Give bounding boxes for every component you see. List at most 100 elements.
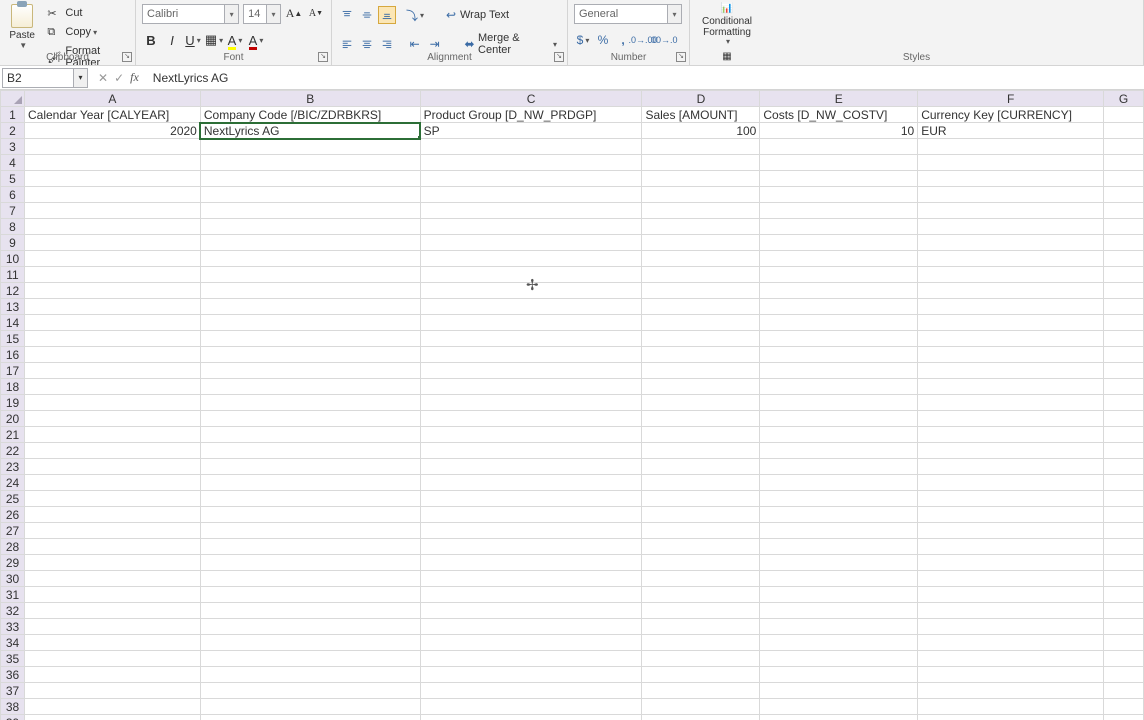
row-header-23[interactable]: 23 bbox=[1, 459, 25, 475]
cell-C2[interactable]: SP bbox=[420, 123, 642, 139]
cell-F33[interactable] bbox=[918, 619, 1104, 635]
cell-F30[interactable] bbox=[918, 571, 1104, 587]
cell-G16[interactable] bbox=[1104, 347, 1144, 363]
cell-A18[interactable] bbox=[25, 379, 201, 395]
cell-D22[interactable] bbox=[642, 443, 760, 459]
cell-E34[interactable] bbox=[760, 635, 918, 651]
cell-F34[interactable] bbox=[918, 635, 1104, 651]
align-bottom-button[interactable] bbox=[378, 6, 396, 24]
cell-D1[interactable]: Sales [AMOUNT] bbox=[642, 107, 760, 123]
row-header-7[interactable]: 7 bbox=[1, 203, 25, 219]
cell-B37[interactable] bbox=[200, 683, 420, 699]
row-header-38[interactable]: 38 bbox=[1, 699, 25, 715]
row-header-21[interactable]: 21 bbox=[1, 427, 25, 443]
cell-D33[interactable] bbox=[642, 619, 760, 635]
cell-E29[interactable] bbox=[760, 555, 918, 571]
paste-button[interactable]: Paste ▼ bbox=[2, 2, 42, 52]
cell-G10[interactable] bbox=[1104, 251, 1144, 267]
cell-E25[interactable] bbox=[760, 491, 918, 507]
cell-E8[interactable] bbox=[760, 219, 918, 235]
cell-C29[interactable] bbox=[420, 555, 642, 571]
cell-D30[interactable] bbox=[642, 571, 760, 587]
cell-E20[interactable] bbox=[760, 411, 918, 427]
cell-B4[interactable] bbox=[200, 155, 420, 171]
number-format-combo[interactable]: General▾ bbox=[574, 4, 682, 24]
row-header-33[interactable]: 33 bbox=[1, 619, 25, 635]
cell-A13[interactable] bbox=[25, 299, 201, 315]
row-header-36[interactable]: 36 bbox=[1, 667, 25, 683]
select-all-corner[interactable] bbox=[1, 91, 25, 107]
col-header-F[interactable]: F bbox=[918, 91, 1104, 107]
cell-E9[interactable] bbox=[760, 235, 918, 251]
cell-G33[interactable] bbox=[1104, 619, 1144, 635]
cell-F37[interactable] bbox=[918, 683, 1104, 699]
cell-A21[interactable] bbox=[25, 427, 201, 443]
cell-E10[interactable] bbox=[760, 251, 918, 267]
row-header-27[interactable]: 27 bbox=[1, 523, 25, 539]
cell-C9[interactable] bbox=[420, 235, 642, 251]
cell-B36[interactable] bbox=[200, 667, 420, 683]
cell-A30[interactable] bbox=[25, 571, 201, 587]
cell-E17[interactable] bbox=[760, 363, 918, 379]
cell-B24[interactable] bbox=[200, 475, 420, 491]
cell-D12[interactable] bbox=[642, 283, 760, 299]
cell-B10[interactable] bbox=[200, 251, 420, 267]
row-header-11[interactable]: 11 bbox=[1, 267, 25, 283]
col-header-D[interactable]: D bbox=[642, 91, 760, 107]
cell-D6[interactable] bbox=[642, 187, 760, 203]
cell-E11[interactable] bbox=[760, 267, 918, 283]
cell-C22[interactable] bbox=[420, 443, 642, 459]
cell-F8[interactable] bbox=[918, 219, 1104, 235]
cell-B21[interactable] bbox=[200, 427, 420, 443]
borders-button[interactable]: ▦▾ bbox=[205, 31, 223, 49]
cell-F2[interactable]: EUR bbox=[918, 123, 1104, 139]
cell-E21[interactable] bbox=[760, 427, 918, 443]
cell-C23[interactable] bbox=[420, 459, 642, 475]
cell-F3[interactable] bbox=[918, 139, 1104, 155]
dialog-launcher-icon[interactable]: ↘ bbox=[676, 52, 686, 62]
cell-A5[interactable] bbox=[25, 171, 201, 187]
row-header-28[interactable]: 28 bbox=[1, 539, 25, 555]
row-header-24[interactable]: 24 bbox=[1, 475, 25, 491]
col-header-E[interactable]: E bbox=[760, 91, 918, 107]
align-middle-button[interactable] bbox=[358, 6, 376, 24]
cell-B31[interactable] bbox=[200, 587, 420, 603]
cell-F5[interactable] bbox=[918, 171, 1104, 187]
cell-E39[interactable] bbox=[760, 715, 918, 720]
cell-B17[interactable] bbox=[200, 363, 420, 379]
cell-A22[interactable] bbox=[25, 443, 201, 459]
cell-B20[interactable] bbox=[200, 411, 420, 427]
cell-D31[interactable] bbox=[642, 587, 760, 603]
cell-B3[interactable] bbox=[200, 139, 420, 155]
cell-A32[interactable] bbox=[25, 603, 201, 619]
fill-color-button[interactable]: A▾ bbox=[226, 31, 244, 49]
cell-C11[interactable] bbox=[420, 267, 642, 283]
cell-G3[interactable] bbox=[1104, 139, 1144, 155]
cell-F27[interactable] bbox=[918, 523, 1104, 539]
cell-E4[interactable] bbox=[760, 155, 918, 171]
cell-F24[interactable] bbox=[918, 475, 1104, 491]
cell-F1[interactable]: Currency Key [CURRENCY] bbox=[918, 107, 1104, 123]
cell-D20[interactable] bbox=[642, 411, 760, 427]
cell-A26[interactable] bbox=[25, 507, 201, 523]
row-header-2[interactable]: 2 bbox=[1, 123, 25, 139]
row-header-15[interactable]: 15 bbox=[1, 331, 25, 347]
cell-E27[interactable] bbox=[760, 523, 918, 539]
cell-D25[interactable] bbox=[642, 491, 760, 507]
cell-D9[interactable] bbox=[642, 235, 760, 251]
cell-B23[interactable] bbox=[200, 459, 420, 475]
wrap-text-button[interactable]: ↩Wrap Text bbox=[438, 4, 513, 26]
cell-G23[interactable] bbox=[1104, 459, 1144, 475]
cell-E23[interactable] bbox=[760, 459, 918, 475]
cell-D28[interactable] bbox=[642, 539, 760, 555]
cell-G9[interactable] bbox=[1104, 235, 1144, 251]
cell-D34[interactable] bbox=[642, 635, 760, 651]
cell-D18[interactable] bbox=[642, 379, 760, 395]
row-header-25[interactable]: 25 bbox=[1, 491, 25, 507]
row-header-32[interactable]: 32 bbox=[1, 603, 25, 619]
cell-D24[interactable] bbox=[642, 475, 760, 491]
cell-C4[interactable] bbox=[420, 155, 642, 171]
cell-E24[interactable] bbox=[760, 475, 918, 491]
decrease-indent-button[interactable]: ⇤ bbox=[406, 35, 424, 53]
cell-A2[interactable]: 2020 bbox=[25, 123, 201, 139]
